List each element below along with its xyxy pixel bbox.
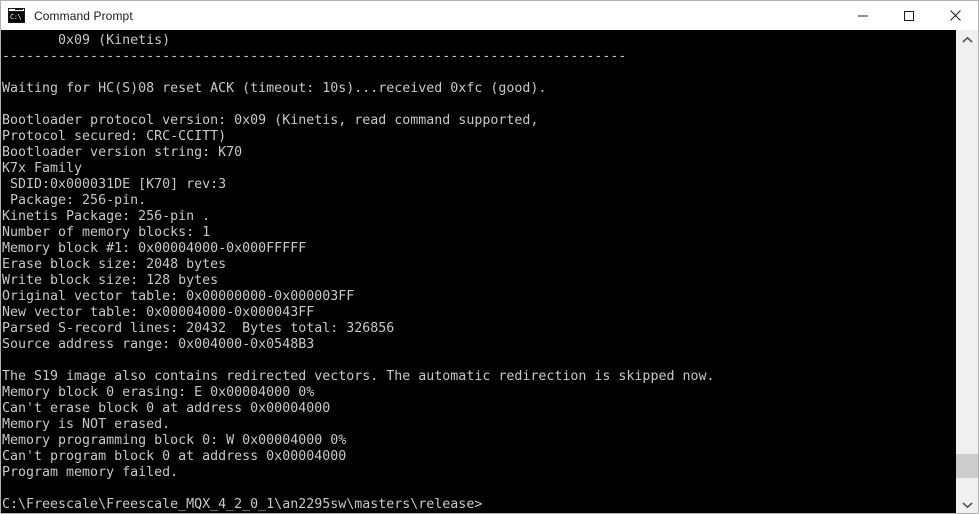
scroll-up-button[interactable] [956,30,978,49]
console-output-area[interactable]: 0x09 (Kinetis) -------------------------… [1,30,956,513]
minimize-icon [858,15,868,16]
vertical-scrollbar[interactable] [956,30,978,513]
minimize-button[interactable] [840,1,886,30]
scroll-down-button[interactable] [956,495,978,513]
close-button[interactable] [932,1,978,30]
icon-screen-text: C:\ [9,12,24,22]
maximize-button[interactable] [886,1,932,30]
chevron-down-icon [961,501,973,508]
command-prompt-window: C:\ Command Prompt 0x09 (Kinetis) ------… [0,0,979,514]
command-prompt-icon: C:\ [8,8,25,23]
maximize-icon [904,10,914,21]
scrollbar-track[interactable] [956,49,978,495]
title-bar[interactable]: C:\ Command Prompt [1,1,978,30]
console-text: 0x09 (Kinetis) -------------------------… [2,33,715,512]
window-title: Command Prompt [34,8,133,23]
scrollbar-thumb[interactable] [956,454,978,478]
close-icon [949,10,961,21]
chevron-up-icon [961,36,973,43]
